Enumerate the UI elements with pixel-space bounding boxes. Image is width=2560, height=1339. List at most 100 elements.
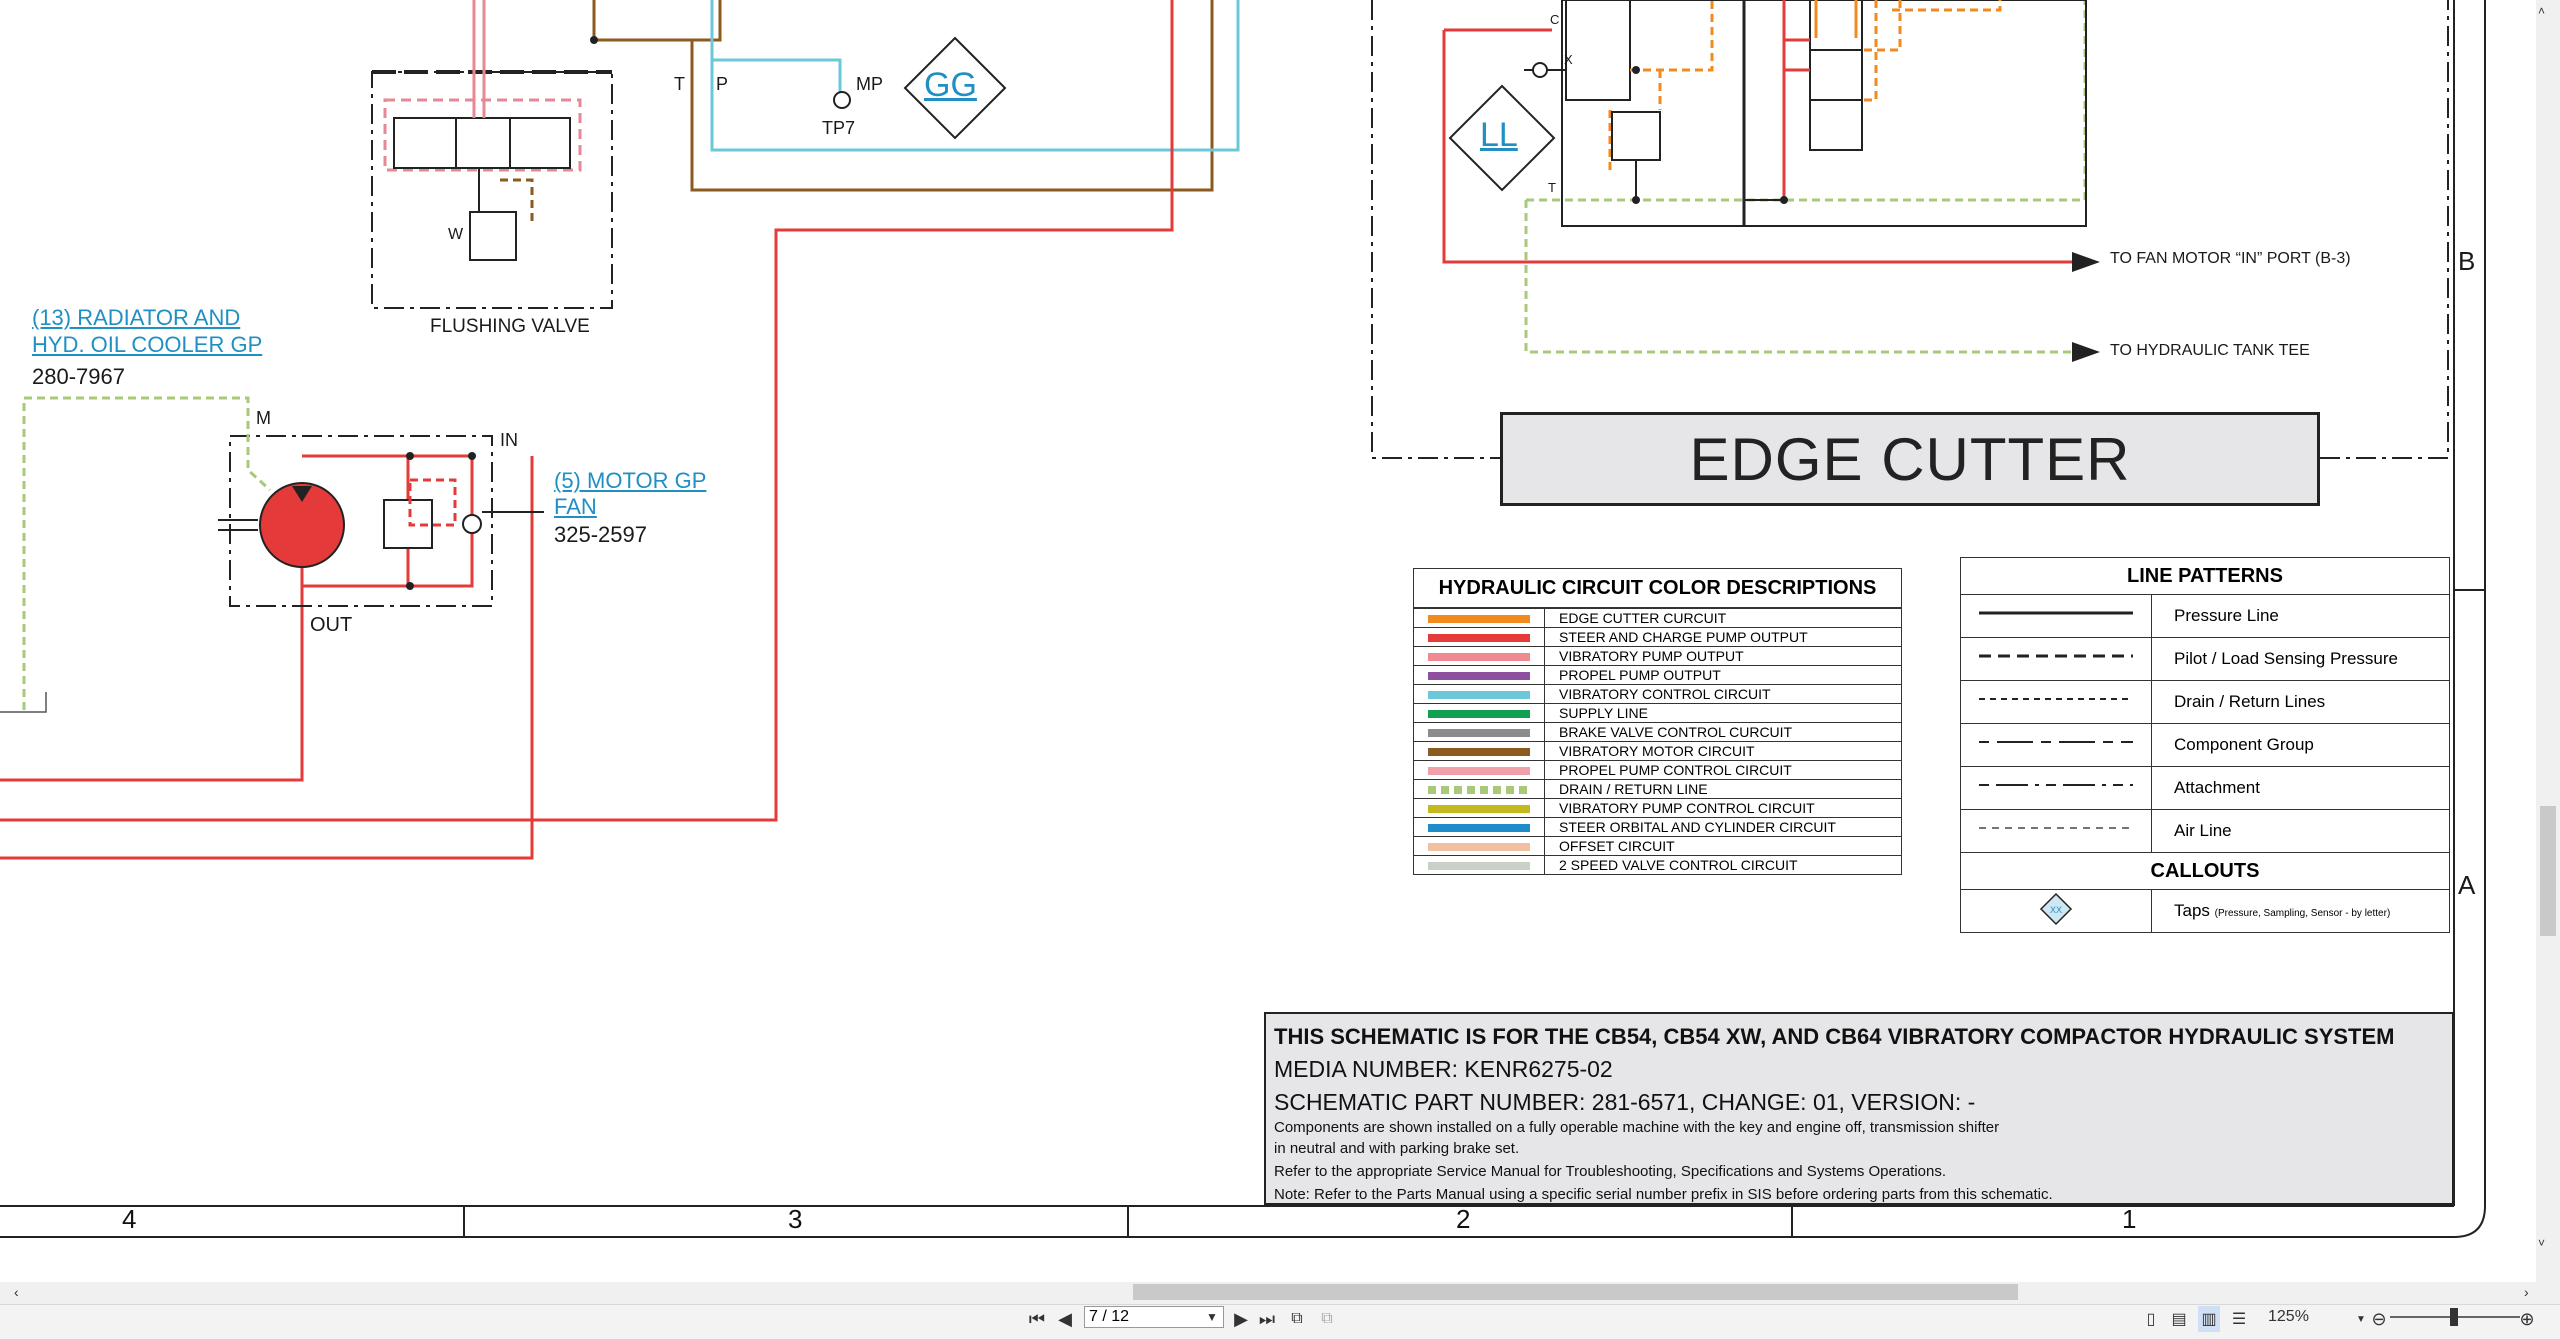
page-number-input[interactable] (1084, 1306, 1224, 1328)
color-swatch (1428, 634, 1530, 642)
color-legend-row: BRAKE VALVE CONTROL CURCUIT (1413, 722, 1902, 742)
scroll-right-icon[interactable]: › (2524, 1284, 2529, 1300)
c-label: C (1550, 12, 1560, 27)
title-block: THIS SCHEMATIC IS FOR THE CB54, CB54 XW,… (1264, 1012, 2454, 1205)
color-legend-row: STEER AND CHARGE PUMP OUTPUT (1413, 627, 1902, 647)
zoom-slider-handle[interactable] (2450, 1308, 2458, 1326)
color-legend-label: VIBRATORY MOTOR CIRCUIT (1544, 741, 1902, 761)
zone-number-3: 3 (788, 1204, 803, 1234)
color-swatch (1428, 615, 1530, 623)
color-swatch (1428, 710, 1530, 718)
vertical-scrollbar[interactable] (2536, 0, 2560, 1282)
zone-number-1: 1 (2122, 1204, 2137, 1234)
continuous-view-button[interactable]: ▤ (2168, 1306, 2190, 1332)
last-page-icon: ⏭ (1258, 1308, 1276, 1329)
color-swatch-cell (1413, 817, 1545, 837)
ll-tap-link[interactable]: LL (1480, 116, 1518, 155)
scroll-down-icon[interactable]: ˅ (2538, 1236, 2545, 1250)
color-legend-label: STEER ORBITAL AND CYLINDER CIRCUIT (1544, 817, 1902, 837)
red-line-main (0, 0, 1174, 822)
flushing-valve-label: FLUSHING VALVE (430, 316, 590, 337)
color-legend-title: HYDRAULIC CIRCUIT COLOR DESCRIPTIONS (1413, 568, 1902, 609)
color-swatch-cell (1413, 665, 1545, 685)
last-page-button[interactable]: ⏭ (1256, 1306, 1278, 1332)
pattern-legend-label: Component Group (2151, 723, 2450, 767)
motor-link-line1[interactable]: (5) MOTOR GP (554, 468, 706, 494)
radiator-link-line1[interactable]: (13) RADIATOR AND (32, 305, 240, 331)
color-legend-label: PROPEL PUMP OUTPUT (1544, 665, 1902, 685)
copy-icon: ⧉ (1291, 1310, 1303, 1327)
callout-symbol-text: XX (2050, 905, 2062, 915)
color-legend-row: VIBRATORY PUMP OUTPUT (1413, 646, 1902, 666)
paste-view-button[interactable]: ⧉ (1316, 1306, 1338, 1332)
tank-tee-arrow-label: TO HYDRAULIC TANK TEE (2110, 342, 2310, 359)
continuous-facing-view-button[interactable]: ☰ (2228, 1306, 2250, 1332)
pattern-sample (1979, 611, 2133, 615)
color-legend-label: STEER AND CHARGE PUMP OUTPUT (1544, 627, 1902, 647)
radiator-link-line2[interactable]: HYD. OIL COOLER GP (32, 332, 262, 358)
scroll-up-icon[interactable]: ˄ (2538, 4, 2545, 18)
color-swatch (1428, 767, 1530, 775)
out-port-label: OUT (310, 614, 353, 636)
color-swatch-cell (1413, 741, 1545, 761)
zoom-level[interactable]: 125% (2268, 1308, 2309, 1326)
color-legend-label: SUPPLY LINE (1544, 703, 1902, 723)
color-swatch (1428, 691, 1530, 699)
facing-pages-icon: ▥ (2201, 1311, 2217, 1328)
color-legend-label: VIBRATORY PUMP OUTPUT (1544, 646, 1902, 666)
x-label: X (1564, 52, 1573, 67)
color-legend-label: EDGE CUTTER CURCUIT (1544, 607, 1902, 628)
color-swatch-cell (1413, 836, 1545, 856)
color-swatch (1428, 843, 1530, 851)
zoom-dropdown-icon[interactable]: ▼ (2354, 1306, 2368, 1332)
color-swatch (1428, 805, 1530, 813)
motor-link-line2[interactable]: FAN (554, 494, 597, 520)
tap-callout-icon: XX (2039, 892, 2073, 926)
pattern-sample-cell (1960, 766, 2152, 810)
prev-page-button[interactable]: ◀ (1054, 1306, 1076, 1332)
pattern-sample-cell (1960, 809, 2152, 853)
color-swatch-cell (1413, 798, 1545, 818)
pattern-legend-label: Pressure Line (2151, 594, 2450, 638)
vertical-scroll-thumb[interactable] (2540, 806, 2556, 936)
pattern-legend-row: Drain / Return Lines (1960, 680, 2450, 724)
t-port-label: T (674, 74, 685, 94)
fan-motor-arrow-label: TO FAN MOTOR “IN” PORT (B-3) (2110, 250, 2351, 267)
pattern-legend-row: Air Line (1960, 809, 2450, 853)
callout-note: (Pressure, Sampling, Sensor - by letter) (2214, 908, 2391, 919)
pattern-legend-label: Pilot / Load Sensing Pressure (2151, 637, 2450, 681)
next-page-button[interactable]: ▶ (1230, 1306, 1252, 1332)
title-block-note3: Refer to the appropriate Service Manual … (1274, 1163, 1947, 1180)
pattern-legend-title: LINE PATTERNS (1960, 557, 2450, 595)
next-page-icon: ▶ (1234, 1308, 1248, 1329)
zoom-out-icon: ⊖ (2371, 1308, 2387, 1329)
horizontal-scroll-thumb[interactable] (1133, 1284, 2018, 1300)
zoom-in-button[interactable]: ⊕ (2516, 1306, 2538, 1332)
prev-page-icon: ◀ (1058, 1308, 1072, 1329)
title-block-media-number: MEDIA NUMBER: KENR6275-02 (1274, 1056, 1613, 1082)
flushing-valve-group (371, 71, 613, 309)
title-block-line1: THIS SCHEMATIC IS FOR THE CB54, CB54 XW,… (1274, 1024, 2395, 1049)
color-legend-row: EDGE CUTTER CURCUIT (1413, 607, 1902, 628)
color-swatch (1428, 786, 1530, 794)
copy-view-button[interactable]: ⧉ (1286, 1306, 1308, 1332)
color-legend-label: DRAIN / RETURN LINE (1544, 779, 1902, 799)
color-legend-row: STEER ORBITAL AND CYLINDER CIRCUIT (1413, 817, 1902, 837)
callout-label: Taps (2174, 901, 2210, 920)
callout-label-cell: Taps (Pressure, Sampling, Sensor - by le… (2151, 889, 2450, 933)
continuous-facing-icon: ☰ (2231, 1311, 2247, 1328)
first-page-icon: ⏮ (1028, 1308, 1046, 1329)
page-dropdown-icon[interactable]: ▼ (1206, 1310, 1218, 1324)
color-legend-row: PROPEL PUMP OUTPUT (1413, 665, 1902, 685)
single-page-view-button[interactable]: ▯ (2140, 1306, 2162, 1332)
color-swatch-cell (1413, 627, 1545, 647)
first-page-button[interactable]: ⏮ (1026, 1306, 1048, 1332)
edge-cutter-title: EDGE CUTTER (1500, 412, 2320, 506)
title-block-note1: Components are shown installed on a full… (1274, 1119, 2000, 1136)
color-legend-label: VIBRATORY CONTROL CIRCUIT (1544, 684, 1902, 704)
color-swatch (1428, 672, 1530, 680)
facing-view-button[interactable]: ▥ (2198, 1306, 2220, 1332)
gg-tap-link[interactable]: GG (924, 66, 977, 105)
zoom-out-button[interactable]: ⊖ (2368, 1306, 2390, 1332)
scroll-left-icon[interactable]: ‹ (14, 1284, 19, 1300)
